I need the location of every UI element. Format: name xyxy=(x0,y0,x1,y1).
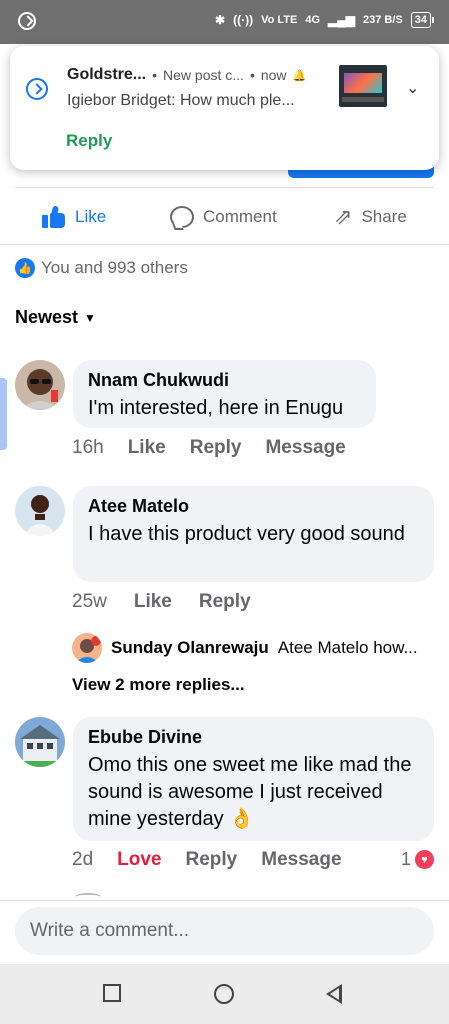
comment-sort-dropdown[interactable]: Newest ▼ xyxy=(15,307,96,328)
bluetooth-icon: ✱ xyxy=(215,13,226,27)
comment-love-button[interactable]: Love xyxy=(117,849,161,871)
comment-meta: 25w Like Reply xyxy=(72,591,251,613)
comment-message-button[interactable]: Message xyxy=(265,437,345,459)
like-label: Like xyxy=(75,207,107,226)
reply-author[interactable]: Sunday Olanrewaju xyxy=(111,638,269,658)
share-label: Share xyxy=(361,207,407,226)
comment-text: Omo this one sweet me like mad the sound… xyxy=(88,754,412,830)
signal-icon: ▂▄▆ xyxy=(328,13,355,27)
hotspot-icon: ((·)) xyxy=(233,13,254,27)
notification-header: Goldstre... • New post c... • now 🔔 xyxy=(67,66,307,83)
avatar[interactable] xyxy=(15,486,65,536)
reaction-count[interactable]: 1 ♥ xyxy=(401,849,434,870)
thumbs-up-icon xyxy=(42,205,66,228)
comment-like-button[interactable]: Like xyxy=(128,437,166,459)
reactions-summary[interactable]: 👍 You and 993 others xyxy=(15,258,188,278)
post-actions: Like Comment ⇗ Share xyxy=(0,195,449,239)
status-icons: ✱ ((·)) Vo LTE 4G ▂▄▆ 237 B/S 34 xyxy=(215,12,435,28)
back-icon[interactable] xyxy=(326,984,342,1004)
messenger-icon xyxy=(26,78,48,100)
reply-text: Atee Matelo how... xyxy=(277,638,418,657)
divider xyxy=(15,187,434,188)
comment-time: 16h xyxy=(72,437,104,458)
notification-reply-button[interactable]: Reply xyxy=(66,131,112,151)
notification-card[interactable]: Goldstre... • New post c... • now 🔔 Igie… xyxy=(10,46,439,170)
avatar[interactable] xyxy=(15,360,65,410)
comment-icon xyxy=(170,206,194,228)
love-count: 1 xyxy=(400,849,411,869)
share-button[interactable]: ⇗ Share xyxy=(334,206,407,228)
chevron-down-icon[interactable]: ⌄ xyxy=(406,78,419,98)
notification-time: now xyxy=(260,67,287,83)
home-icon[interactable] xyxy=(214,984,234,1004)
sort-label: Newest xyxy=(15,307,79,327)
bell-icon: 🔔 xyxy=(292,69,307,82)
comment-bubble[interactable]: Ebube Divine Omo this one sweet me like … xyxy=(73,717,434,841)
comment-reply-button[interactable]: Reply xyxy=(190,437,242,459)
heart-icon: ♥ xyxy=(415,850,434,869)
comment-reply-button[interactable]: Reply xyxy=(199,591,251,613)
recent-apps-icon[interactable] xyxy=(103,984,121,1002)
notification-title: New post c... xyxy=(163,67,244,83)
comment-text: I'm interested, here in Enugu xyxy=(88,397,344,419)
avatar[interactable] xyxy=(15,717,65,767)
comment-button[interactable]: Comment xyxy=(170,206,449,228)
chevron-down-icon: ▼ xyxy=(84,310,96,325)
share-icon: ⇗ xyxy=(334,204,353,229)
comment-bubble[interactable]: Atee Matelo I have this product very goo… xyxy=(73,486,434,582)
divider xyxy=(0,244,449,245)
comment-time: 25w xyxy=(72,591,107,612)
reactions-text: You and 993 others xyxy=(41,258,188,277)
like-reaction-icon: 👍 xyxy=(15,258,35,278)
comment-author[interactable]: Ebube Divine xyxy=(88,727,419,748)
notification-app-name: Goldstre... xyxy=(67,66,147,83)
status-bar: ✱ ((·)) Vo LTE 4G ▂▄▆ 237 B/S 34 xyxy=(0,0,449,44)
comment-reply-button[interactable]: Reply xyxy=(186,849,238,871)
edge-panel-handle[interactable] xyxy=(0,378,7,450)
comment-meta: 2d Love Reply Message xyxy=(72,849,342,871)
comment-like-button[interactable]: Like xyxy=(134,591,172,613)
navigation-bar xyxy=(0,964,449,1024)
notification-thumbnail xyxy=(339,65,387,107)
reply-preview[interactable]: Sunday Olanrewaju Atee Matelo how... xyxy=(72,633,418,663)
comment-bubble[interactable]: Nnam Chukwudi I'm interested, here in En… xyxy=(73,360,376,428)
comment-meta: 16h Like Reply Message xyxy=(72,437,346,459)
volte-label: Vo LTE xyxy=(261,14,298,26)
network-label: 4G xyxy=(305,14,321,26)
comment-text: I have this product very good sound xyxy=(88,523,405,545)
notification-body: Igiebor Bridget: How much ple... xyxy=(67,92,295,109)
comment-message-button[interactable]: Message xyxy=(261,849,341,871)
app-status-icon xyxy=(18,12,36,30)
view-more-replies-link[interactable]: View 2 more replies... xyxy=(72,675,245,695)
speed-label: 237 B/S xyxy=(363,14,403,26)
comment-author[interactable]: Nnam Chukwudi xyxy=(88,370,361,391)
comment-label: Comment xyxy=(203,207,277,226)
like-button[interactable]: Like xyxy=(42,205,107,228)
comment-input[interactable]: Write a comment... xyxy=(15,907,434,955)
comment-author[interactable]: Atee Matelo xyxy=(88,496,419,517)
comment-time: 2d xyxy=(72,849,94,870)
battery-icon: 34 xyxy=(410,12,435,28)
avatar xyxy=(72,633,102,663)
